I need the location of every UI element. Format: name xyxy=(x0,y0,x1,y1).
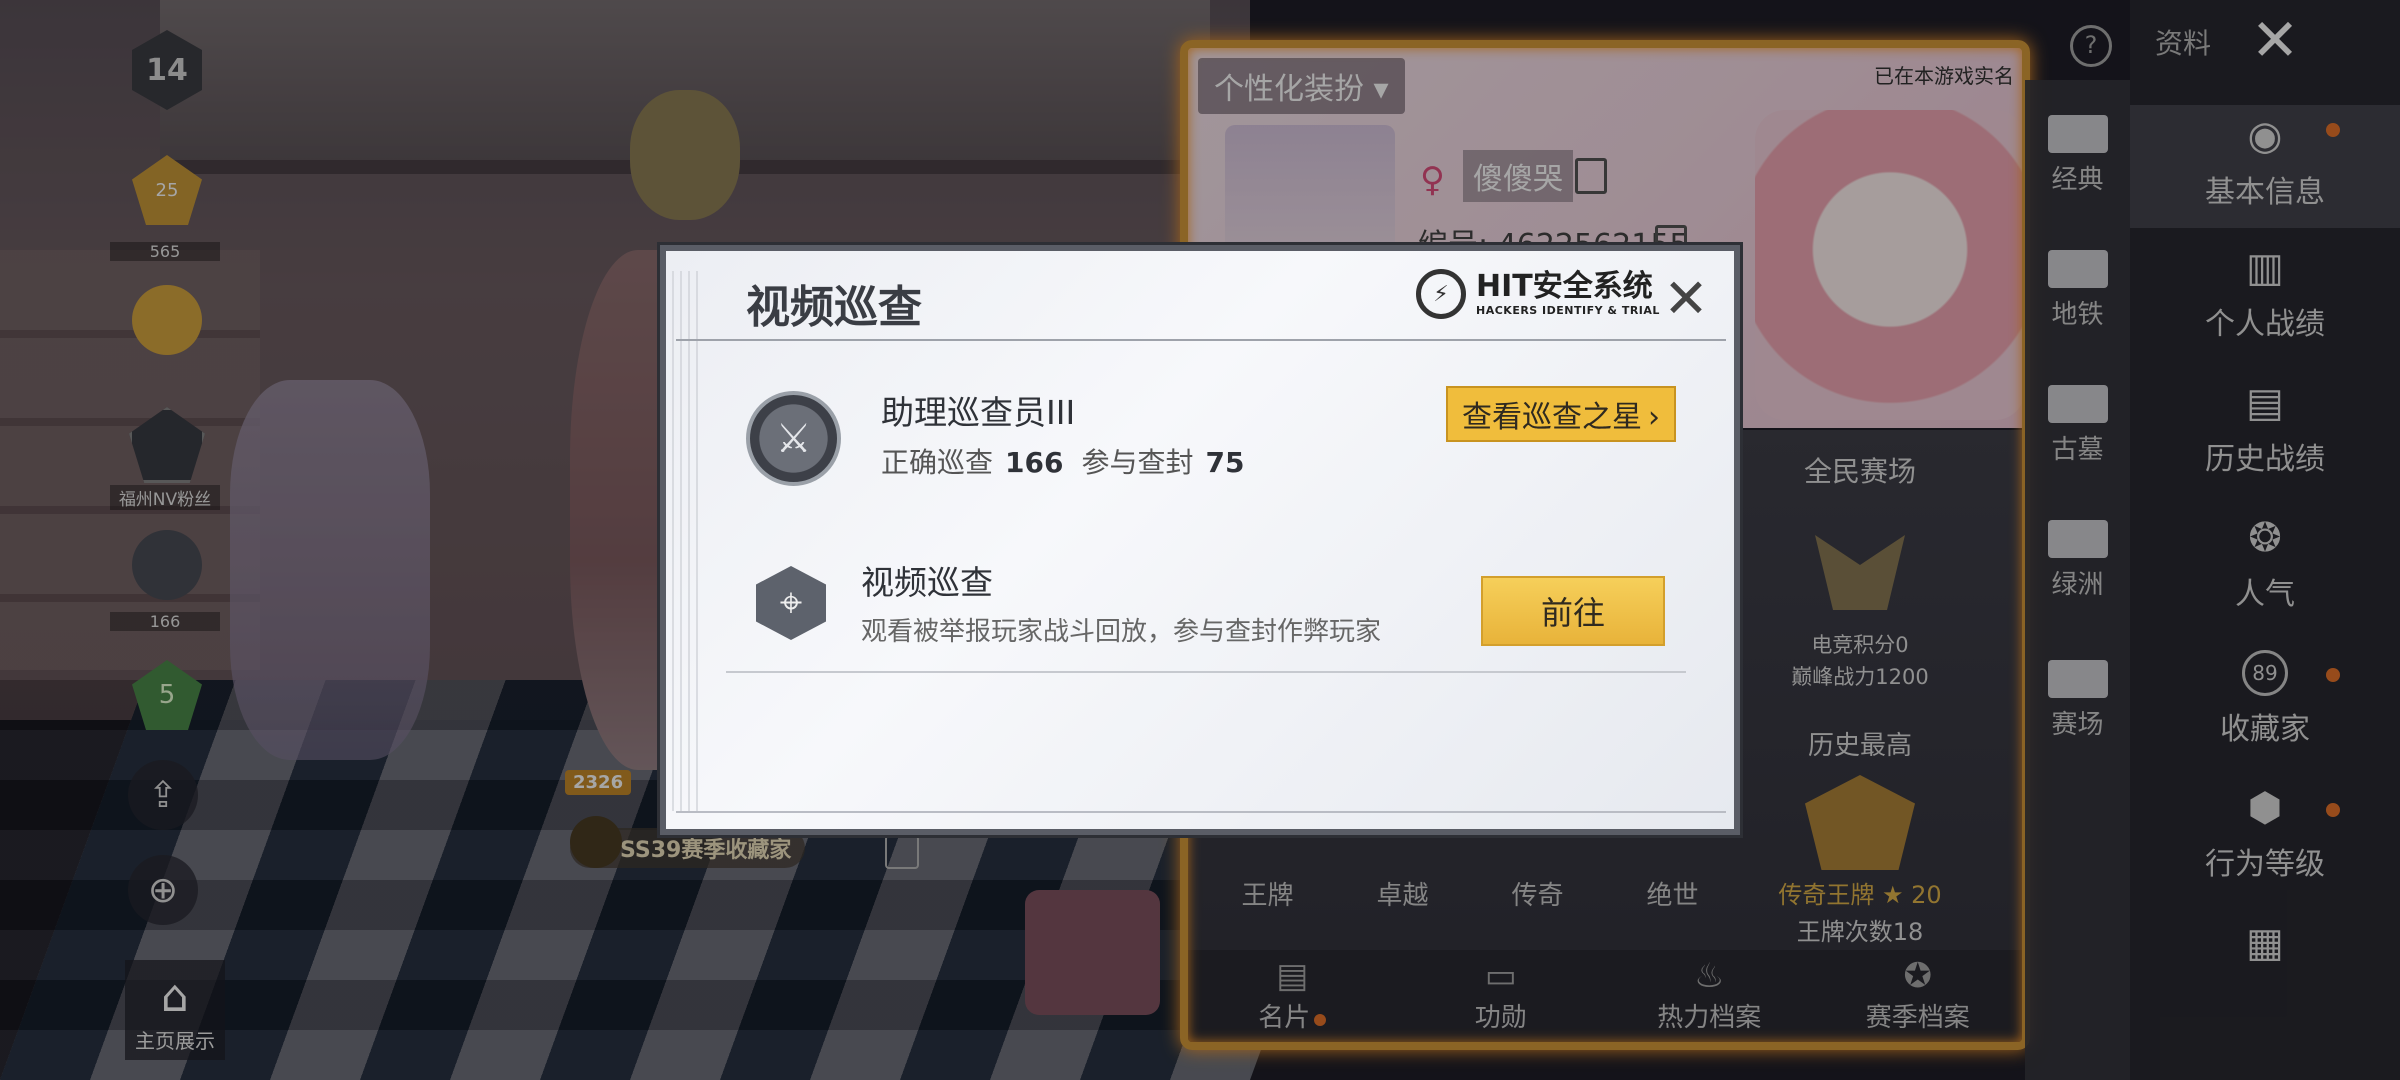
hit-logo-text: HIT安全系统 xyxy=(1476,268,1653,304)
hit-security-logo: ⚡ HIT安全系统 HACKERS IDENTIFY & TRIAL xyxy=(1416,269,1660,319)
dialog-bottom-rule xyxy=(676,811,1726,813)
hit-logo-icon: ⚡ xyxy=(1416,269,1466,319)
close-icon: ✕ xyxy=(1663,267,1709,330)
view-patrol-star-button[interactable]: 查看巡查之星 › xyxy=(1446,386,1676,442)
banned-label: 参与查封 xyxy=(1081,446,1194,479)
correct-value: 166 xyxy=(1005,446,1064,479)
divider xyxy=(726,671,1686,673)
patrol-entry-title: 视频巡查 xyxy=(861,563,993,602)
go-button[interactable]: 前往 xyxy=(1481,576,1665,646)
dialog-title: 视频巡查 xyxy=(746,282,922,333)
banned-value: 75 xyxy=(1205,446,1245,479)
hit-logo-subtext: HACKERS IDENTIFY & TRIAL xyxy=(1476,303,1660,317)
dialog-close-button[interactable]: ✕ xyxy=(1656,269,1716,329)
chevron-right-icon: › xyxy=(1648,400,1660,435)
correct-label: 正确巡查 xyxy=(881,446,994,479)
crosshair-icon: ⌖ xyxy=(756,566,826,640)
patrol-rank-title: 助理巡查员III xyxy=(881,393,1076,432)
patrol-stats: 正确巡查 166 参与查封 75 xyxy=(881,441,1262,481)
video-patrol-dialog: 视频巡查 ⚡ HIT安全系统 HACKERS IDENTIFY & TRIAL … xyxy=(660,245,1740,835)
dialog-side-decoration xyxy=(672,271,702,811)
divider xyxy=(676,339,1726,341)
patrol-rank-icon: ⚔ xyxy=(746,391,841,486)
patrol-entry-desc: 观看被举报玩家战斗回放，参与查封作弊玩家 xyxy=(861,617,1382,647)
view-patrol-star-label: 查看巡查之星 xyxy=(1462,400,1642,435)
